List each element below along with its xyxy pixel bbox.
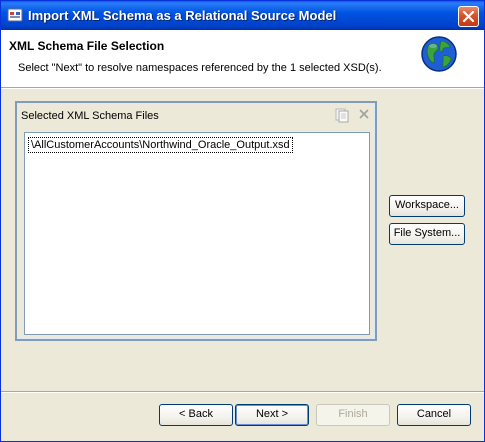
globe-icon <box>419 34 459 74</box>
xml-app-icon <box>7 7 23 23</box>
workspace-button[interactable]: Workspace... <box>389 195 465 217</box>
cancel-button[interactable]: Cancel <box>397 404 471 426</box>
footer-divider <box>1 391 484 393</box>
page-title: XML Schema File Selection <box>9 39 165 53</box>
import-xml-schema-dialog: Import XML Schema as a Relational Source… <box>0 0 485 442</box>
file-system-button[interactable]: File System... <box>389 223 465 245</box>
close-view-icon[interactable] <box>358 108 370 123</box>
copy-icon[interactable] <box>335 108 349 126</box>
back-button[interactable]: < Back <box>159 404 233 426</box>
panel-title: Selected XML Schema Files <box>21 110 159 122</box>
close-button[interactable] <box>458 6 479 27</box>
close-icon <box>462 10 475 23</box>
list-item[interactable]: \AllCustomerAccounts\Northwind_Oracle_Ou… <box>28 137 293 153</box>
header-divider <box>1 87 484 89</box>
next-button[interactable]: Next > <box>235 404 309 426</box>
page-description: Select "Next" to resolve namespaces refe… <box>18 62 382 74</box>
finish-button[interactable]: Finish <box>316 404 390 426</box>
xml-schema-file-list[interactable]: \AllCustomerAccounts\Northwind_Oracle_Ou… <box>24 132 370 335</box>
selected-files-panel: Selected XML Schema Files \AllCustomerAc… <box>15 101 377 341</box>
wizard-header: XML Schema File Selection Select "Next" … <box>1 30 484 87</box>
window-title: Import XML Schema as a Relational Source… <box>28 8 337 23</box>
title-bar[interactable]: Import XML Schema as a Relational Source… <box>1 1 484 30</box>
